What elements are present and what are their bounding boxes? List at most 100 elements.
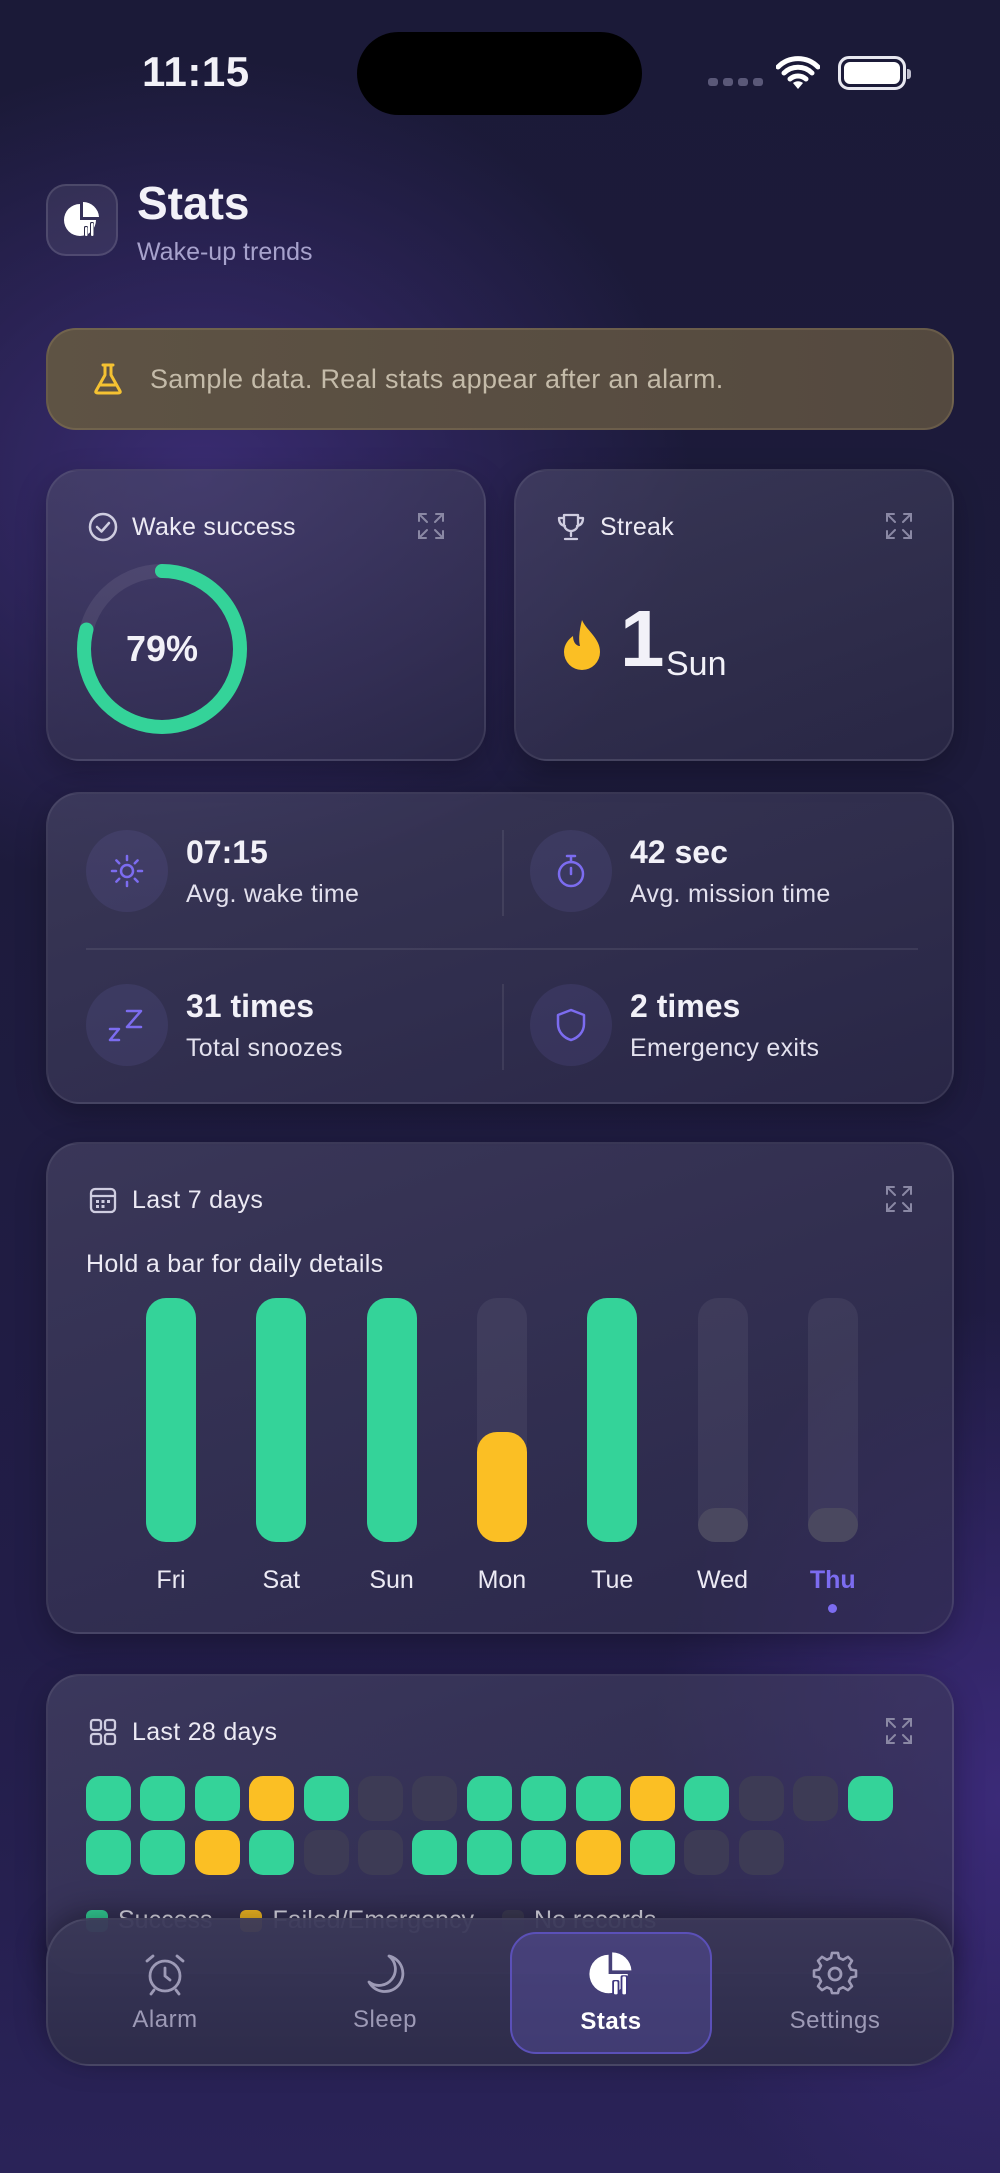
streak-card[interactable]: Streak 1 Sun [514,469,954,761]
nav-alarm[interactable]: Alarm [64,1932,266,2054]
bar-fill-fri [146,1298,196,1542]
avg-mission-label: Avg. mission time [630,880,831,908]
bar-fill-sat [256,1298,307,1542]
day-cell[interactable] [575,1830,621,1875]
day-cell[interactable] [630,1830,675,1875]
streak-value: 1 [620,594,665,683]
bar-day-label-sat: Sat [262,1566,301,1594]
nav-settings[interactable]: Settings [734,1932,936,2054]
emergency-value: 2 times [630,988,741,1024]
page-title: Stats [137,177,250,229]
page-subtitle: Wake-up trends [137,238,313,266]
bar-day-label-wed: Wed [697,1566,748,1594]
bar-mon[interactable] [476,1298,527,1542]
nav-sleep[interactable]: Sleep [284,1932,486,2054]
last-7-days-card: Last 7 days Hold a bar for daily details… [46,1142,954,1634]
nav-settings-label: Settings [789,2007,881,2034]
shield-icon [530,984,612,1066]
stats-chart-icon [589,1952,632,1995]
banner-text: Sample data. Real stats appear after an … [150,363,724,394]
day-cell[interactable] [466,1830,512,1875]
day-cell[interactable] [575,1776,621,1821]
battery-icon [838,56,911,90]
day-cell[interactable] [738,1776,784,1821]
bar-day-label-thu: Thu [809,1566,856,1594]
today-indicator-dot [827,1604,837,1613]
avg-mission-value: 42 sec [630,834,728,870]
snoozes-value: 31 times [186,988,315,1024]
bar-thu[interactable] [807,1298,858,1542]
day-cell[interactable] [194,1776,240,1821]
day-cell[interactable] [249,1830,295,1875]
cellular-signal-icon [708,78,763,86]
bar-tue[interactable] [587,1298,638,1542]
stats-header-icon [46,184,118,256]
snoozes-label: Total snoozes [186,1034,343,1062]
status-time: 11:15 [142,48,250,95]
nav-alarm-label: Alarm [132,2006,198,2033]
expand-icon[interactable] [884,511,914,541]
moon-icon [367,1954,405,1993]
bar-fill-tue [587,1298,638,1542]
flask-icon [94,363,122,395]
bar-fri[interactable] [146,1298,196,1542]
day-cell[interactable] [412,1830,458,1875]
check-circle-icon [88,512,118,542]
bar-fill-thu [807,1508,858,1542]
bar-sat[interactable] [256,1298,307,1542]
day-cell[interactable] [684,1830,730,1875]
sample-data-banner: Sample data. Real stats appear after an … [46,328,954,430]
day-cell[interactable] [194,1830,240,1875]
day-cell[interactable] [303,1776,349,1821]
day-cell[interactable] [521,1830,567,1875]
day-cell[interactable] [358,1776,403,1821]
day-cell[interactable] [303,1830,349,1875]
day-cell[interactable] [684,1776,730,1821]
day-cell[interactable] [466,1776,512,1821]
fire-icon [564,620,600,670]
nav-sleep-label: Sleep [353,2006,417,2033]
bar-day-label-mon: Mon [477,1566,527,1594]
alarm-clock-icon [145,1954,185,1996]
dynamic-island [357,32,642,115]
day-cell[interactable] [847,1776,893,1821]
avg-wake-value: 07:15 [186,834,268,870]
wake-success-value: 79% [125,628,199,669]
day-cell[interactable] [630,1776,675,1821]
wifi-icon [776,56,820,89]
emergency-label: Emergency exits [630,1034,820,1062]
bar-fill-sun [366,1298,417,1542]
trophy-icon [557,513,585,541]
bar-fill-mon [476,1432,527,1542]
day-cell[interactable] [738,1830,784,1875]
day-cell[interactable] [793,1776,839,1821]
day-cell[interactable] [140,1830,186,1875]
day-cell[interactable] [140,1776,186,1821]
bottom-nav: Alarm Sleep Stats Settings [46,1918,954,2066]
avg-wake-label: Avg. wake time [186,880,360,908]
streak-title: Streak [600,513,675,541]
nav-stats[interactable]: Stats [510,1932,712,2054]
sun-icon [86,830,168,912]
nav-stats-label: Stats [580,2008,642,2035]
bar-wed[interactable] [697,1298,748,1542]
day-cell[interactable] [412,1776,458,1821]
day-cell[interactable] [86,1776,131,1821]
bar-day-label-tue: Tue [591,1566,634,1594]
summary-stats-card: 07:15 Avg. wake time 42 sec Avg. mission… [46,792,954,1104]
snooze-icon [86,984,168,1066]
bar-day-label-fri: Fri [156,1566,186,1594]
wake-success-card[interactable]: Wake success 79% [46,469,486,761]
gear-icon [812,1951,858,1995]
expand-icon[interactable] [416,511,446,541]
day-cell[interactable] [86,1830,131,1875]
day-cell[interactable] [249,1776,295,1821]
bar-day-label-sun: Sun [369,1566,414,1594]
day-cell[interactable] [358,1830,403,1875]
stopwatch-icon [530,830,612,912]
day-cell[interactable] [521,1776,567,1821]
bar-sun[interactable] [366,1298,417,1542]
bar-fill-wed [697,1508,748,1542]
wake-success-title: Wake success [132,513,296,541]
streak-unit: Sun [666,645,727,683]
